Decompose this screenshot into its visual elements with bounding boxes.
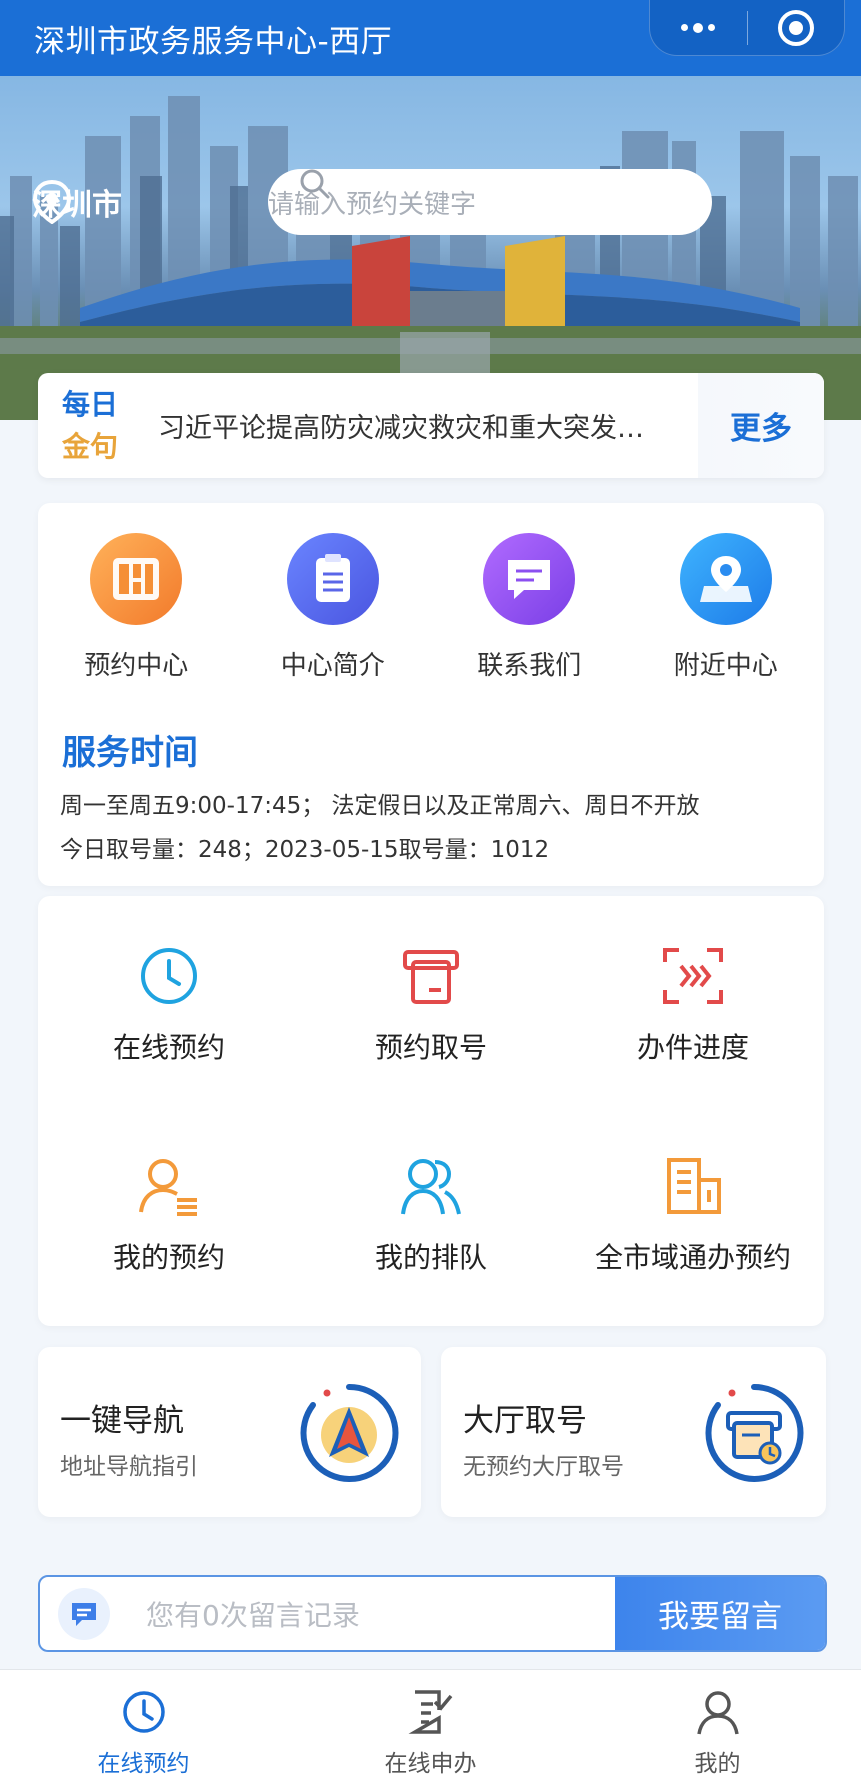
tab-label: 在线预约 [97,1751,190,1777]
navigation-subtitle: 地址导航指引 [60,1454,198,1480]
search-icon [300,169,330,199]
quote-more-link[interactable]: 更多 [698,373,824,478]
daily-quote-tag: 每日 金句 [62,384,142,468]
city-banner: 深圳市 请输入预约关键字 [0,76,861,420]
mini-program-capsule [649,0,845,56]
scan-progress-icon [663,948,723,1004]
quick-access-card: 预约中心 中心简介 联系我们 附近中心 服务时间 周一至周五9:00-17:45… [38,503,824,886]
grid-item-my-appointment[interactable]: 我的预约 [38,1154,300,1276]
city-skyline-image [0,96,861,420]
quick-item-contact-us[interactable]: 联系我们 [431,533,628,682]
grid-item-label: 我的排队 [374,1241,487,1274]
ticket-machine-icon [403,950,459,1004]
user-icon [696,1691,739,1735]
message-icon [58,1587,110,1640]
location-pin-icon [32,180,72,224]
clipboard-icon [286,533,379,625]
tab-label: 在线申办 [384,1751,477,1777]
service-hours-title: 服务时间 [62,733,198,773]
tab-mine[interactable]: 我的 [574,1670,861,1781]
daily-quote-card[interactable]: 每日 金句 习近平论提高防灾减灾救灾和重大突发… 更多 [38,373,824,478]
ticket-stats-text: 今日取号量：248；2023-05-15取号量：1012 [60,837,550,863]
grid-item-label: 办件进度 [636,1031,749,1064]
grid-item-online-appointment[interactable]: 在线预约 [38,944,300,1066]
navigation-title: 一键导航 [60,1403,184,1439]
document-check-icon [408,1690,452,1734]
one-click-navigation-card[interactable]: 一键导航 地址导航指引 [38,1347,421,1517]
grid-item-appointment-ticket[interactable]: 预约取号 [300,944,562,1066]
target-icon [777,9,814,46]
quick-item-label: 联系我们 [477,651,582,681]
grid-icon [90,533,183,625]
service-grid-card: 在线预约 预约取号 办件进度 我的预约 我的排队 全市域通办预约 [38,896,824,1326]
user-list-icon [139,1159,197,1216]
hall-ticket-card[interactable]: 大厅取号 无预约大厅取号 [441,1347,826,1517]
message-record-text[interactable]: 您有0次留言记录 [146,1594,615,1634]
page-title: 深圳市政务服务中心-西厅 [34,23,393,60]
chat-icon [483,533,576,625]
quick-item-label: 预约中心 [84,651,189,681]
more-button[interactable] [650,0,747,55]
tab-label: 我的 [694,1751,741,1777]
daily-quote-text[interactable]: 习近平论提高防灾减灾救灾和重大突发… [158,406,698,445]
search-input[interactable]: 请输入预约关键字 [268,169,712,235]
more-dots-icon [681,22,716,33]
quick-item-center-intro[interactable]: 中心简介 [235,533,432,682]
daily-quote-tag-line1: 每日 [62,387,119,421]
grid-item-citywide-appointment[interactable]: 全市域通办预约 [562,1154,824,1276]
tab-online-appointment[interactable]: 在线预约 [0,1670,287,1781]
grid-item-case-progress[interactable]: 办件进度 [562,944,824,1066]
daily-quote-tag-line2: 金句 [62,429,119,463]
top-bar: 深圳市政务服务中心-西厅 [0,0,861,76]
location-selector[interactable]: 深圳市 [32,180,122,224]
service-hours-text: 周一至周五9:00-17:45； 法定假日以及正常周六、周日不开放 [60,793,700,819]
map-pin-icon [679,533,772,625]
message-bar: 您有0次留言记录 我要留言 [38,1575,827,1652]
quick-item-label: 附近中心 [673,651,778,681]
compass-navigation-icon [300,1383,399,1482]
users-icon [401,1159,461,1215]
hall-ticket-title: 大厅取号 [463,1403,587,1439]
ticket-printer-icon [705,1383,804,1482]
grid-item-label: 全市域通办预约 [594,1241,791,1274]
grid-item-my-queue[interactable]: 我的排队 [300,1154,562,1276]
clock-icon [122,1691,165,1733]
grid-item-label: 在线预约 [112,1031,225,1064]
grid-item-label: 预约取号 [374,1031,487,1064]
close-button[interactable] [748,0,845,55]
quick-item-label: 中心简介 [280,651,385,681]
clock-icon [141,948,197,1004]
tab-online-application[interactable]: 在线申办 [287,1670,574,1781]
quick-item-nearby-center[interactable]: 附近中心 [628,533,825,682]
grid-item-label: 我的预约 [112,1241,225,1274]
quick-item-appointment-center[interactable]: 预约中心 [38,533,235,682]
building-icon [667,1158,721,1214]
leave-message-button[interactable]: 我要留言 [615,1577,825,1650]
bottom-tab-bar: 在线预约 在线申办 我的 [0,1669,861,1781]
hall-ticket-subtitle: 无预约大厅取号 [463,1454,624,1480]
